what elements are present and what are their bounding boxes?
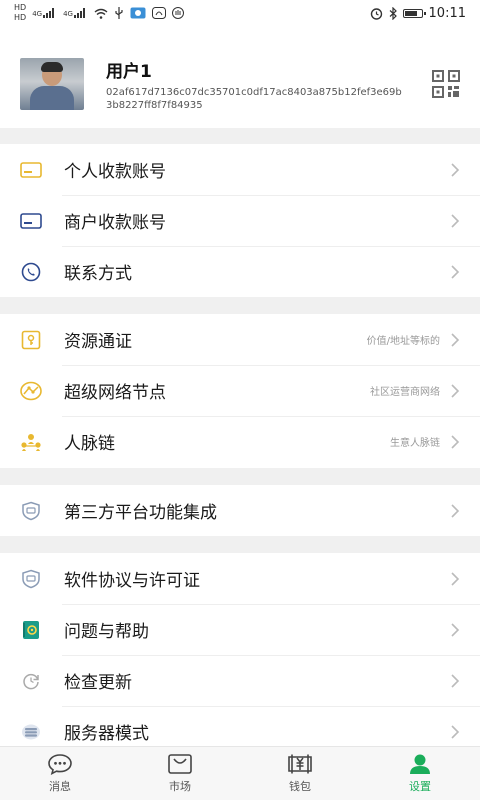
key-card-icon — [20, 329, 42, 351]
usb-icon — [115, 7, 123, 19]
help-book-icon — [20, 619, 42, 641]
hd-badge-1: HD — [14, 3, 27, 12]
settings-group-integration: 第三方平台功能集成 — [0, 485, 480, 536]
wifi-icon — [94, 8, 108, 19]
chevron-right-icon — [451, 724, 460, 739]
tab-market[interactable]: 市场 — [120, 747, 240, 800]
menu-item-label: 软件协议与许可证 — [64, 571, 200, 591]
profile-info: 用户1 02af617d7136c07dc35701c0df17ac8403a8… — [106, 57, 426, 112]
settings-group-network: 资源通证 价值/地址等标的 超级网络节点 社区运营商网络 人脉链 生意人脉链 — [0, 314, 480, 467]
menu-item-label: 第三方平台功能集成 — [64, 503, 217, 523]
chevron-right-icon — [451, 571, 460, 586]
menu-item-help[interactable]: 问题与帮助 — [0, 604, 480, 655]
hd-indicators: HD HD — [14, 4, 26, 22]
chevron-right-icon — [451, 434, 460, 449]
status-time: 10:11 — [428, 5, 466, 21]
chevron-right-icon — [451, 622, 460, 637]
menu-item-hint: 价值/地址等标的 — [366, 336, 440, 347]
menu-item-third-party[interactable]: 第三方平台功能集成 — [0, 485, 480, 536]
battery-icon — [402, 8, 426, 18]
menu-item-check-update[interactable]: 检查更新 — [0, 655, 480, 706]
menu-item-hint: 生意人脉链 — [390, 438, 440, 449]
server-icon — [20, 721, 42, 743]
profile-header[interactable]: 用户1 02af617d7136c07dc35701c0df17ac8403a8… — [0, 40, 480, 128]
menu-item-label: 服务器模式 — [64, 724, 149, 744]
menu-item-hint: 社区运营商网络 — [370, 387, 440, 398]
alarm-icon — [370, 7, 382, 20]
tab-label: 消息 — [49, 780, 71, 793]
card-icon — [20, 210, 42, 232]
menu-item-personal-account[interactable]: 个人收款账号 — [0, 144, 480, 195]
nfc-icon — [151, 7, 166, 19]
chevron-right-icon — [451, 264, 460, 279]
hd-badge-2: HD — [14, 13, 27, 22]
bottom-tab-bar: 消息 市场 钱包 设置 — [0, 746, 480, 800]
chat-icon — [48, 754, 72, 775]
section-separator — [0, 128, 480, 144]
signal-icon-b: 4G — [63, 8, 88, 18]
signal-label-a: 4G — [32, 10, 43, 18]
avatar[interactable] — [20, 58, 84, 110]
chevron-right-icon — [451, 503, 460, 518]
menu-item-label: 超级网络节点 — [64, 383, 166, 403]
signal-label-b: 4G — [63, 10, 73, 18]
menu-item-license[interactable]: 软件协议与许可证 — [0, 553, 480, 604]
tab-messages[interactable]: 消息 — [0, 747, 120, 800]
section-separator — [0, 536, 480, 553]
chevron-right-icon — [451, 332, 460, 347]
bluetooth-icon — [389, 6, 397, 20]
person-icon — [410, 754, 430, 774]
shield-badge-icon — [20, 568, 42, 590]
avatar-body — [30, 86, 74, 110]
status-left: HD HD 4G 4G — [14, 4, 184, 22]
menu-item-label: 资源通证 — [64, 332, 132, 352]
menu-item-super-node[interactable]: 超级网络节点 社区运营商网络 — [0, 365, 480, 416]
menu-item-resource-token[interactable]: 资源通证 价值/地址等标的 — [0, 314, 480, 365]
chevron-right-icon — [451, 383, 460, 398]
menu-item-contact[interactable]: 联系方式 — [0, 246, 480, 297]
shield-badge-icon — [20, 500, 42, 522]
market-icon — [168, 754, 192, 774]
user-name: 用户1 — [106, 61, 152, 82]
network-node-icon — [20, 380, 42, 402]
hand-app-icon — [171, 7, 184, 19]
qr-code-icon[interactable] — [432, 70, 460, 98]
tab-label: 市场 — [169, 780, 191, 793]
tab-label: 钱包 — [289, 780, 311, 793]
menu-item-label: 联系方式 — [64, 264, 132, 284]
status-right: 10:11 — [370, 6, 466, 21]
menu-item-label: 问题与帮助 — [64, 622, 149, 642]
camera-app-icon — [130, 7, 146, 19]
menu-item-merchant-account[interactable]: 商户收款账号 — [0, 195, 480, 246]
settings-group-about: 软件协议与许可证 问题与帮助 检查更新 服务器模式 — [0, 553, 480, 757]
menu-item-label: 个人收款账号 — [64, 162, 166, 182]
tab-settings[interactable]: 设置 — [360, 747, 480, 800]
settings-group-payment: 个人收款账号 商户收款账号 联系方式 — [0, 144, 480, 297]
menu-item-label: 人脉链 — [64, 434, 115, 454]
signal-icon-a: 4G — [32, 8, 57, 18]
menu-item-label: 检查更新 — [64, 673, 132, 693]
phone-icon — [20, 261, 42, 283]
card-icon — [20, 159, 42, 181]
status-bar: HD HD 4G 4G 10:11 — [0, 0, 480, 26]
refresh-icon — [20, 670, 42, 692]
menu-item-label: 商户收款账号 — [64, 213, 166, 233]
chevron-right-icon — [451, 673, 460, 688]
section-separator — [0, 297, 480, 314]
menu-item-people-chain[interactable]: 人脉链 生意人脉链 — [0, 416, 480, 467]
chevron-right-icon — [451, 162, 460, 177]
section-separator — [0, 468, 480, 485]
wallet-icon — [288, 754, 312, 774]
chevron-right-icon — [451, 213, 460, 228]
tab-label: 设置 — [409, 780, 431, 793]
avatar-hair — [41, 62, 63, 72]
tab-wallet[interactable]: 钱包 — [240, 747, 360, 800]
people-chain-icon — [20, 431, 42, 453]
user-address: 02af617d7136c07dc35701c0df17ac8403a875b1… — [106, 86, 402, 111]
battery-fill — [404, 10, 417, 16]
